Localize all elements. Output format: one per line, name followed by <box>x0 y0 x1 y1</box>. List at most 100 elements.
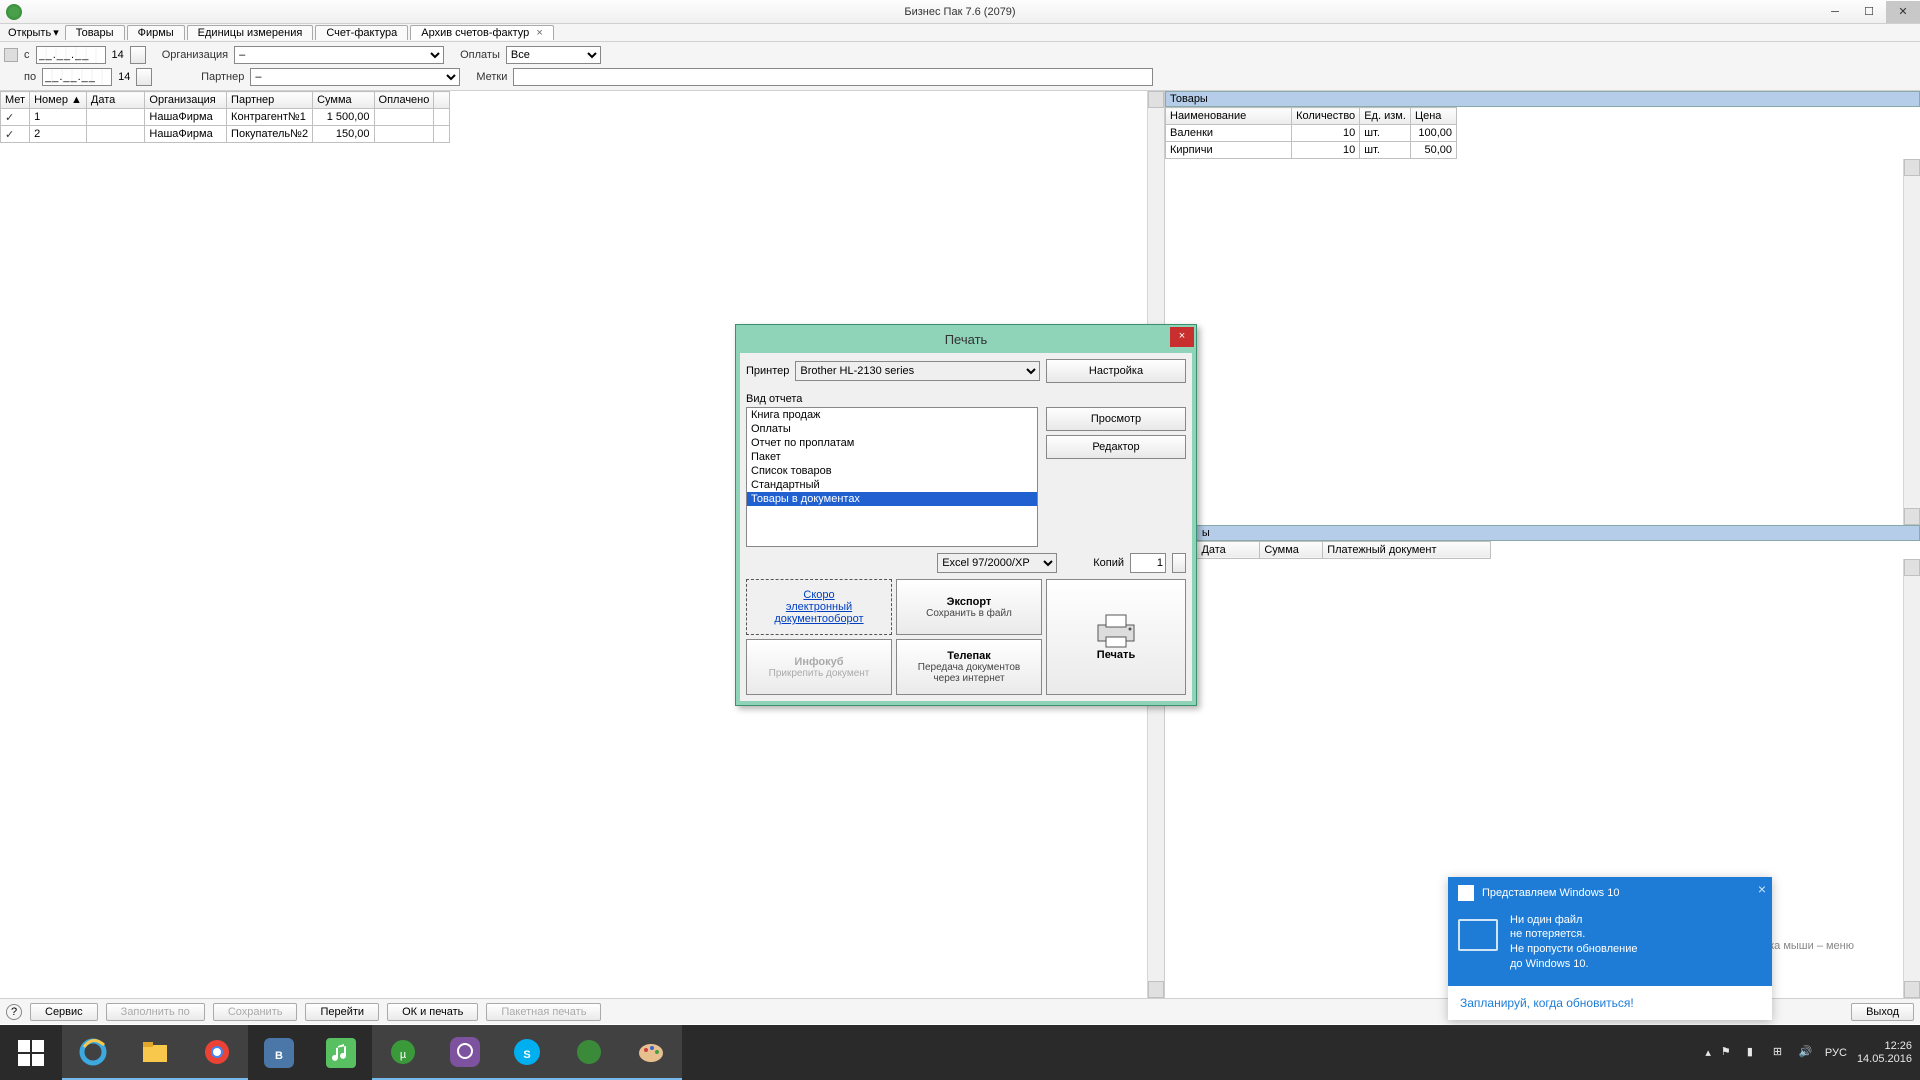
tray-chevron-up-icon[interactable]: ▴ <box>1705 1046 1711 1059</box>
payments-grid[interactable]: ▲ Дата Сумма Платежный документ <box>1165 541 1491 559</box>
list-item[interactable]: Книга продаж <box>747 408 1037 422</box>
help-icon[interactable]: ? <box>6 1004 22 1020</box>
editor-button[interactable]: Редактор <box>1046 435 1186 459</box>
taskbar-ie[interactable] <box>62 1025 124 1080</box>
report-list[interactable]: Книга продаж Оплаты Отчет по проплатам П… <box>746 407 1038 547</box>
tray-flag-icon[interactable]: ⚑ <box>1721 1045 1737 1061</box>
tab-invoice[interactable]: Счет-фактура <box>315 25 408 40</box>
col-paid[interactable]: Оплачено <box>374 92 434 109</box>
col-date[interactable]: Дата <box>86 92 145 109</box>
tab-label: Счет-фактура <box>326 27 397 39</box>
col-price[interactable]: Цена <box>1410 108 1456 125</box>
table-row[interactable]: Кирпичи 10 шт. 50,00 <box>1166 142 1457 159</box>
tab-close-icon[interactable]: × <box>536 27 542 39</box>
invoices-grid[interactable]: Мет Номер ▲ Дата Организация Партнер Сум… <box>0 91 450 143</box>
copies-input[interactable] <box>1130 553 1166 573</box>
service-button[interactable]: Сервис <box>30 1003 98 1021</box>
tab-archive-active[interactable]: Архив счетов-фактур × <box>410 25 554 40</box>
col-sum[interactable]: Сумма <box>313 92 374 109</box>
scroll-down-icon[interactable] <box>1904 981 1920 998</box>
start-button[interactable] <box>0 1025 62 1080</box>
taskbar-vk[interactable]: B <box>248 1025 310 1080</box>
printer-settings-button[interactable]: Настройка <box>1046 359 1186 383</box>
tab-firms[interactable]: Фирмы <box>127 25 185 40</box>
col-unit[interactable]: Ед. изм. <box>1360 108 1411 125</box>
taskbar-viber[interactable] <box>434 1025 496 1080</box>
list-item[interactable]: Стандартный <box>747 478 1037 492</box>
tray-network-icon[interactable]: ▮ <box>1747 1045 1763 1061</box>
goods-scrollbar[interactable] <box>1903 159 1920 525</box>
col-qty[interactable]: Количество <box>1292 108 1360 125</box>
taskbar-app[interactable] <box>558 1025 620 1080</box>
dialog-title-bar[interactable]: Печать × <box>736 325 1196 353</box>
tab-goods[interactable]: Товары <box>65 25 125 40</box>
list-item[interactable]: Оплаты <box>747 422 1037 436</box>
export-button[interactable]: Экспорт Сохранить в файл <box>896 579 1042 635</box>
cell-unit: шт. <box>1360 125 1411 142</box>
partner-select[interactable]: – <box>250 68 460 86</box>
list-item[interactable]: Отчет по проплатам <box>747 436 1037 450</box>
org-label: Организация <box>162 49 228 61</box>
col-partner[interactable]: Партнер <box>227 92 313 109</box>
printer-select[interactable]: Brother HL-2130 series <box>795 361 1040 381</box>
open-menu[interactable]: Открыть ▾ <box>4 26 63 39</box>
taskbar-music[interactable] <box>310 1025 372 1080</box>
taskbar-chrome[interactable] <box>186 1025 248 1080</box>
tray-volume-icon[interactable]: 🔊 <box>1799 1045 1815 1061</box>
date-to-spinner[interactable] <box>136 68 152 86</box>
table-row[interactable]: Валенки 10 шт. 100,00 <box>1166 125 1457 142</box>
exit-button[interactable]: Выход <box>1851 1003 1914 1021</box>
marks-input[interactable] <box>513 68 1153 86</box>
export-format-select[interactable]: Excel 97/2000/XP <box>937 553 1057 573</box>
table-row[interactable]: 1 НашаФирма Контрагент№1 1 500,00 <box>1 109 450 126</box>
scroll-up-icon[interactable] <box>1904 559 1920 576</box>
maximize-button[interactable]: ☐ <box>1852 1 1886 23</box>
tray-windows-icon[interactable]: ⊞ <box>1773 1045 1789 1061</box>
cut-icon[interactable] <box>4 48 18 62</box>
pay-select[interactable]: Все <box>506 46 601 64</box>
date-from-input[interactable] <box>36 46 106 64</box>
col-date[interactable]: Дата <box>1197 541 1260 558</box>
win10-notification[interactable]: Представляем Windows 10 × Ни один файл н… <box>1448 877 1772 1020</box>
col-doc[interactable]: Платежный документ <box>1323 541 1491 558</box>
print-button[interactable]: Печать <box>1046 579 1186 695</box>
ok-print-button[interactable]: ОК и печать <box>387 1003 478 1021</box>
goods-grid[interactable]: Наименование Количество Ед. изм. Цена Ва… <box>1165 107 1457 159</box>
list-item[interactable]: Пакет <box>747 450 1037 464</box>
close-button[interactable]: ✕ <box>1886 1 1920 23</box>
col-name[interactable]: Наименование <box>1166 108 1292 125</box>
notif-action[interactable]: Запланируй, когда обновиться! <box>1448 986 1772 1020</box>
payments-scrollbar[interactable] <box>1903 559 1920 998</box>
tab-units[interactable]: Единицы измерения <box>187 25 314 40</box>
date-to-input[interactable] <box>42 68 112 86</box>
row-check[interactable] <box>1 126 30 143</box>
date-from-spinner[interactable] <box>130 46 146 64</box>
org-select[interactable]: – <box>234 46 444 64</box>
notif-close-icon[interactable]: × <box>1758 881 1766 897</box>
telepak-button[interactable]: Телепак Передача документов через интерн… <box>896 639 1042 695</box>
minimize-button[interactable]: ─ <box>1818 1 1852 23</box>
taskbar-explorer[interactable] <box>124 1025 186 1080</box>
soon-edoc-button[interactable]: Скоро электронный документооборот <box>746 579 892 635</box>
copies-spinner[interactable] <box>1172 553 1186 573</box>
taskbar-paint[interactable] <box>620 1025 682 1080</box>
col-mark[interactable]: Мет <box>1 92 30 109</box>
scroll-up-icon[interactable] <box>1148 91 1164 108</box>
taskbar-skype[interactable]: S <box>496 1025 558 1080</box>
list-item[interactable]: Список товаров <box>747 464 1037 478</box>
table-row[interactable]: 2 НашаФирма Покупатель№2 150,00 <box>1 126 450 143</box>
col-number[interactable]: Номер ▲ <box>30 92 87 109</box>
scroll-down-icon[interactable] <box>1148 981 1164 998</box>
tray-language[interactable]: РУС <box>1825 1047 1847 1059</box>
col-org[interactable]: Организация <box>145 92 227 109</box>
dialog-close-button[interactable]: × <box>1170 327 1194 347</box>
preview-button[interactable]: Просмотр <box>1046 407 1186 431</box>
scroll-down-icon[interactable] <box>1904 508 1920 525</box>
taskbar-utorrent[interactable]: µ <box>372 1025 434 1080</box>
list-item-selected[interactable]: Товары в документах <box>747 492 1037 506</box>
go-button[interactable]: Перейти <box>305 1003 379 1021</box>
scroll-up-icon[interactable] <box>1904 159 1920 176</box>
tray-clock[interactable]: 12:26 14.05.2016 <box>1857 1040 1912 1065</box>
row-check[interactable] <box>1 109 30 126</box>
col-sum[interactable]: Сумма <box>1260 541 1323 558</box>
